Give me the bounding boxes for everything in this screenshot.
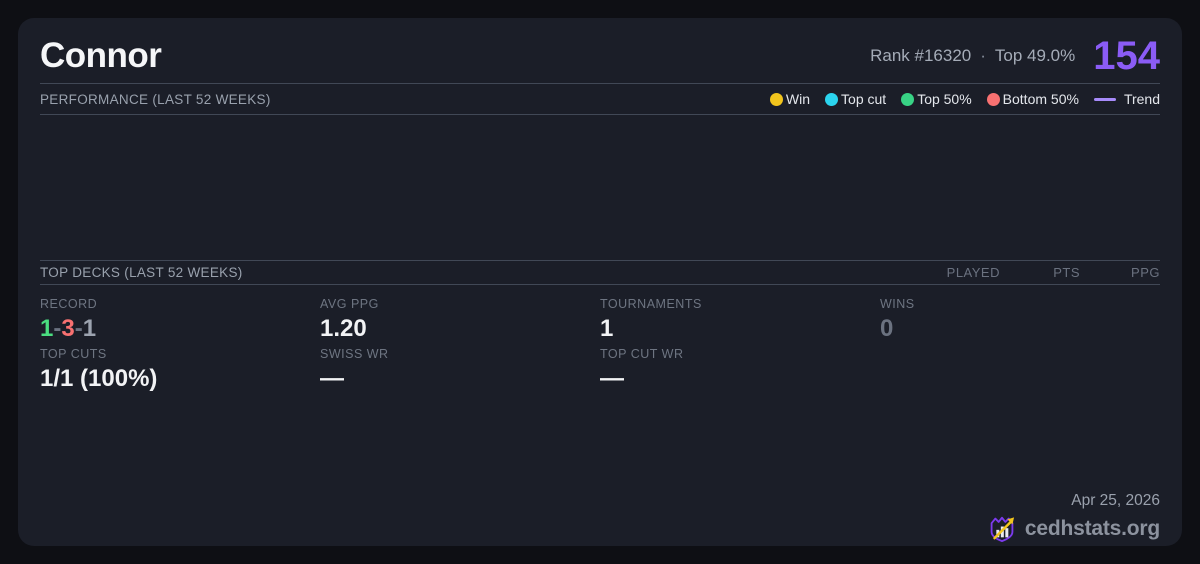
brand-row[interactable]: cedhstats.org	[987, 514, 1160, 544]
top-decks-section-header: TOP DECKS (LAST 52 WEEKS) PLAYED PTS PPG	[40, 259, 1160, 285]
stat-top-cuts: TOP CUTS 1/1 (100%)	[40, 347, 320, 546]
stat-top-cut-wr-label: TOP CUT WR	[600, 347, 684, 362]
top-decks-title: TOP DECKS (LAST 52 WEEKS)	[40, 264, 243, 280]
stats-grid: RECORD 1-3-1 AVG PPG 1.20 TOURNAMENTS 1 …	[40, 285, 1160, 546]
record-losses: 3	[61, 314, 75, 342]
header-rank-area: Rank #16320 · Top 49.0% 154	[870, 36, 1160, 76]
player-name: Connor	[40, 35, 162, 75]
performance-chart	[40, 115, 1160, 260]
top-cut-dot-icon	[825, 92, 839, 106]
legend-item-win: Win	[769, 91, 810, 107]
stat-avg-ppg: AVG PPG 1.20	[320, 297, 600, 343]
rank-line: Rank #16320 · Top 49.0%	[870, 46, 1075, 66]
footer-date: Apr 25, 2026	[1071, 492, 1160, 509]
bottom-50-dot-icon	[986, 92, 1000, 106]
percentile-text: Top 49.0%	[994, 45, 1076, 65]
stat-tournaments-label: TOURNAMENTS	[600, 296, 702, 311]
stat-wins-label: WINS	[880, 296, 915, 311]
rank-separator: ·	[980, 45, 986, 65]
stat-record-label: RECORD	[40, 296, 98, 311]
legend-item-trend: Trend	[1093, 91, 1160, 107]
win-dot-icon	[769, 92, 783, 106]
performance-section-header: PERFORMANCE (LAST 52 WEEKS) Win Top cut …	[40, 84, 1160, 115]
trend-line-icon	[1093, 97, 1116, 101]
legend-item-top-50: Top 50%	[901, 91, 972, 107]
player-stats-card: Connor Rank #16320 · Top 49.0% 154 PERFORM…	[18, 18, 1182, 546]
legend-item-top-cut: Top cut	[825, 91, 886, 107]
chart-legend: Win Top cut Top 50% Bottom 50% Trend	[769, 91, 1160, 107]
stat-swiss-wr-label: SWISS WR	[320, 347, 389, 362]
legend-item-bottom-50: Bottom 50%	[986, 91, 1079, 107]
player-rating: 154	[1093, 33, 1160, 78]
record-wins: 1	[40, 314, 54, 342]
record-draws: 1	[82, 314, 97, 342]
brand-text: cedhstats.org	[1024, 517, 1160, 540]
stat-top-cuts-label: TOP CUTS	[40, 347, 107, 362]
cedhstats-logo-icon	[990, 516, 1014, 542]
stat-top-cut-wr: TOP CUT WR —	[600, 347, 880, 546]
rank-text: Rank #16320	[870, 45, 972, 65]
card-header: Connor Rank #16320 · Top 49.0% 154	[40, 18, 1160, 84]
stat-avg-ppg-value: 1.20	[320, 314, 367, 342]
stat-avg-ppg-label: AVG PPG	[320, 296, 379, 311]
top-decks-columns: PLAYED PTS PPG	[920, 265, 1160, 280]
column-ppg: PPG	[1131, 264, 1160, 280]
stat-swiss-wr-value: —	[320, 365, 344, 393]
performance-title: PERFORMANCE (LAST 52 WEEKS)	[40, 91, 271, 107]
top-50-dot-icon	[901, 92, 915, 106]
stat-record-value: 1-3-1	[40, 314, 97, 342]
stat-tournaments: TOURNAMENTS 1	[600, 297, 880, 343]
stat-swiss-wr: SWISS WR —	[320, 347, 600, 546]
column-pts: PTS	[1053, 264, 1080, 280]
stat-top-cuts-value: 1/1 (100%)	[40, 365, 158, 393]
stat-wins: WINS 0	[880, 297, 1160, 343]
stat-top-cut-wr-value: —	[600, 365, 624, 393]
card-footer: Apr 25, 2026 cedhstats.org	[880, 347, 1160, 546]
column-played: PLAYED	[946, 264, 1000, 280]
stat-tournaments-value: 1	[600, 314, 614, 342]
stat-record: RECORD 1-3-1	[40, 297, 320, 343]
stat-wins-value: 0	[880, 314, 894, 342]
